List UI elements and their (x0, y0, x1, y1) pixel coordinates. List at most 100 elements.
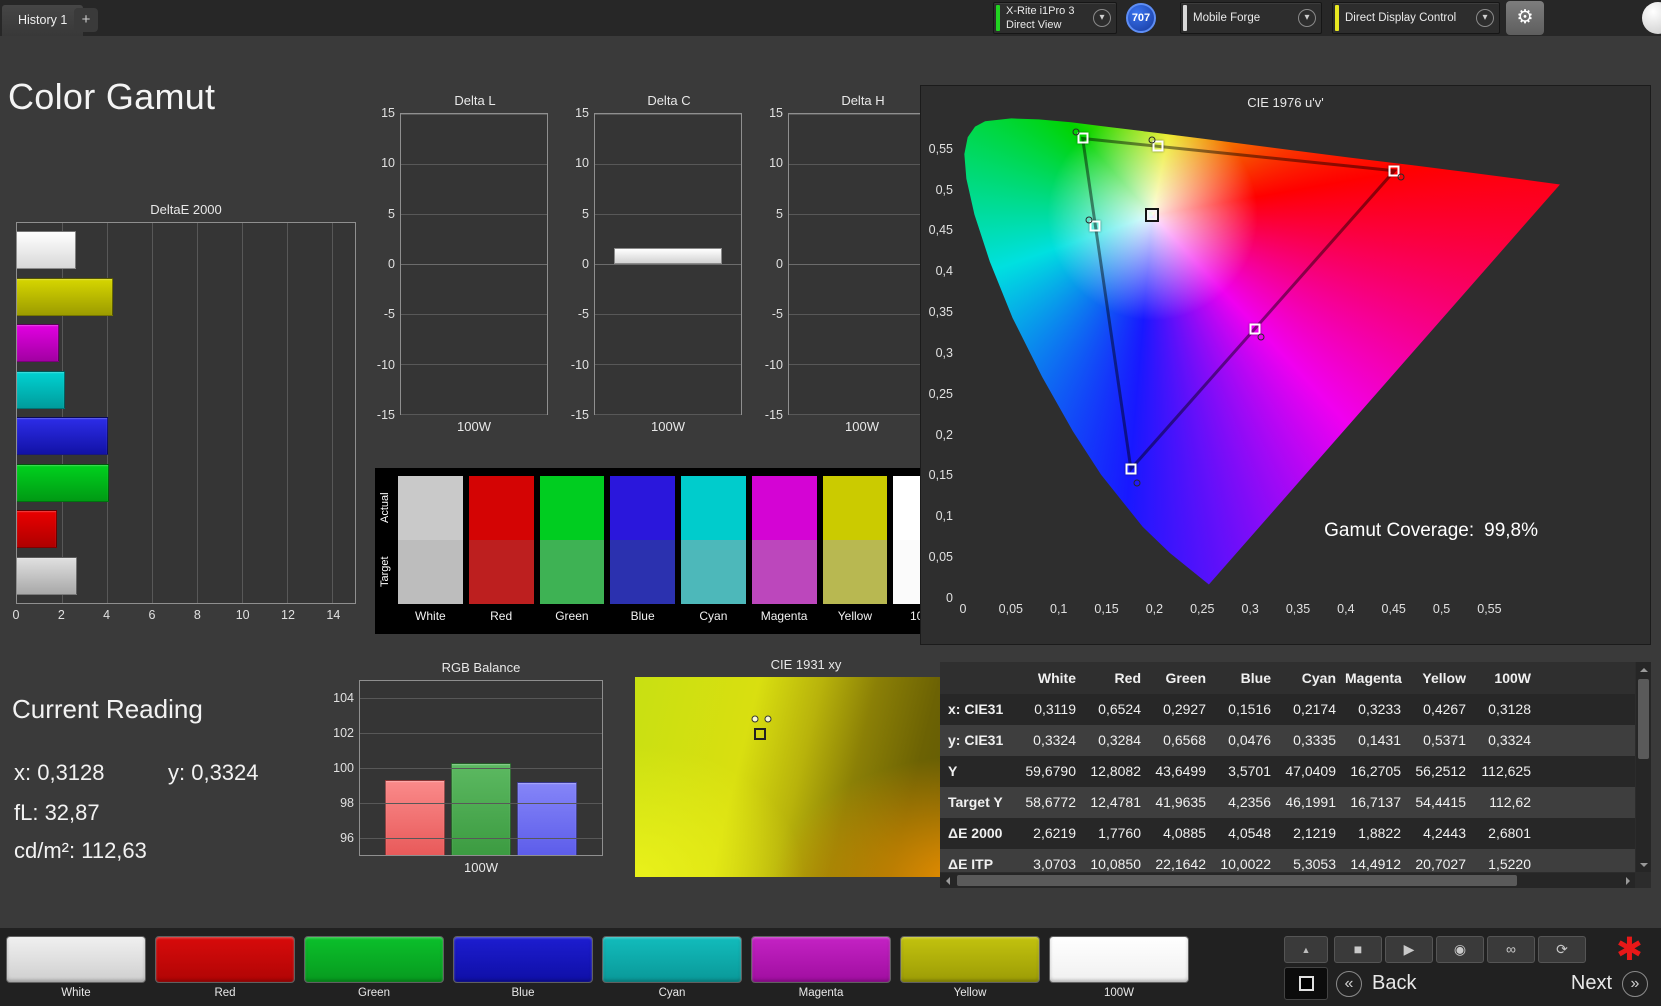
grid-line (595, 164, 741, 165)
axis-tick-label: -15 (764, 408, 783, 422)
horizontal-scrollbar[interactable] (940, 873, 1635, 888)
delta-h-title: Delta H (841, 93, 885, 108)
app-logo-icon[interactable] (1642, 2, 1661, 34)
axis-tick-label: -5 (771, 307, 783, 322)
table-cell: 0,0476 (1228, 732, 1271, 748)
delta-c-bar (613, 248, 722, 264)
measure-button[interactable]: ◉ (1436, 936, 1484, 963)
axis-tick-label: -5 (383, 307, 395, 322)
scroll-left-icon[interactable] (940, 873, 955, 888)
rgb-bar-blue (517, 781, 577, 855)
axis-tick-label: 15 (381, 106, 395, 120)
reading-fl: fL: 32,87 (14, 800, 100, 825)
pattern-button-cyan[interactable] (602, 936, 742, 983)
pattern-button-red[interactable] (155, 936, 295, 983)
settings-gear-icon[interactable]: ⚙ (1506, 1, 1544, 35)
axis-tick-label: 100 (333, 761, 354, 775)
table-cell: 0,3324 (1033, 732, 1076, 748)
chevron-down-icon[interactable]: ▾ (1093, 9, 1111, 27)
refresh-button[interactable]: ⟳ (1538, 936, 1586, 963)
table-cell: 10,0022 (1220, 856, 1271, 872)
source-dropdown[interactable]: Mobile Forge ▾ (1180, 2, 1322, 34)
axis-tick-label: 10 (769, 156, 783, 171)
swatch-column-red: Red (468, 476, 534, 632)
axis-tick-label: 0,15 (1094, 602, 1119, 616)
deltae-bar-white (17, 231, 77, 270)
scroll-right-icon[interactable] (1620, 873, 1635, 888)
continuous-button[interactable]: ∞ (1487, 936, 1535, 963)
pattern-button-magenta[interactable] (751, 936, 891, 983)
axis-tick-label: 0,55 (1477, 602, 1502, 616)
axis-tick-label: 4 (103, 608, 111, 622)
axis-tick-label: 96 (340, 831, 354, 846)
pattern-window-button[interactable] (1284, 967, 1328, 1000)
add-tab-button[interactable]: + (74, 8, 98, 32)
scroll-down-icon[interactable] (1636, 857, 1651, 872)
next-button[interactable]: Next » (1492, 967, 1648, 1000)
measured-marker-icon (1072, 128, 1080, 136)
history-tab[interactable]: History 1 (2, 5, 84, 36)
row-label: Target Y (948, 794, 1003, 810)
table-cell: 12,4781 (1090, 794, 1141, 810)
pattern-item-100w: 100W (1049, 936, 1189, 999)
measured-marker-icon (1133, 479, 1141, 487)
target-swatch (681, 540, 746, 604)
target-swatch (751, 540, 817, 604)
axis-tick-label: 0,1 (1050, 602, 1068, 616)
axis-tick-label: 104 (333, 690, 354, 705)
vertical-scrollbar[interactable] (1636, 662, 1651, 872)
rgb-balance-chart: RGB Balance 104 102 100 98 96 100W (325, 660, 603, 875)
table-cell: 54,4415 (1415, 794, 1466, 810)
pattern-button-green[interactable] (304, 936, 444, 983)
chevron-down-icon[interactable]: ▾ (1476, 9, 1494, 27)
column-header-blue: Blue (1240, 670, 1271, 686)
back-button[interactable]: « Back (1336, 967, 1484, 1000)
grid-line (360, 837, 602, 839)
swatch-label: Cyan (699, 609, 728, 623)
deltae-bar-green (17, 463, 110, 502)
pattern-button-yellow[interactable] (900, 936, 1040, 983)
grid-line (595, 364, 741, 365)
axis-tick-label: 15 (575, 106, 589, 120)
display-control-dropdown[interactable]: Direct Display Control ▾ (1332, 2, 1500, 34)
chevron-down-icon[interactable]: ▾ (1298, 9, 1316, 27)
pattern-button-white[interactable] (6, 936, 146, 983)
stop-button[interactable]: ■ (1334, 936, 1382, 963)
scrollbar-thumb[interactable] (957, 875, 1517, 886)
pattern-label: White (61, 987, 91, 999)
row-label: Y (948, 763, 958, 779)
grid-line (789, 364, 935, 365)
strip-row-label-target: Target (379, 556, 391, 588)
axis-tick-label: 0,4 (1337, 602, 1355, 616)
pattern-item-cyan: Cyan (602, 936, 742, 999)
scrollbar-thumb[interactable] (1638, 679, 1649, 759)
play-button[interactable]: ▶ (1385, 936, 1433, 963)
scroll-up-icon[interactable] (1636, 662, 1651, 677)
deltae-bar-group (17, 223, 355, 603)
axis-tick-label: 0,2 (1145, 602, 1164, 616)
meter-dropdown[interactable]: X-Rite i1Pro 3 Direct View ▾ (993, 2, 1117, 34)
table-row-y-cie31: y: CIE31 0,3324 0,3284 0,6568 0,0476 0,3335 0,… (940, 725, 1635, 756)
table-cell: 3,5701 (1228, 763, 1271, 779)
table-cell: 0,6568 (1163, 732, 1206, 748)
pattern-label: Magenta (798, 987, 844, 999)
port-badge[interactable]: 707 (1126, 3, 1156, 33)
pattern-item-red: Red (155, 936, 295, 999)
delta-c-chart: Delta C 15 10 5 0 -5 -10 -15 100W (566, 93, 744, 434)
notification-asterisk-icon[interactable]: ✱ (1616, 930, 1643, 968)
table-cell: 0,3233 (1358, 701, 1401, 717)
grid-line (595, 264, 741, 265)
pattern-button-blue[interactable] (453, 936, 593, 983)
column-header-cyan: Cyan (1301, 670, 1336, 686)
pattern-button-100w[interactable] (1049, 936, 1189, 983)
column-header-magenta: Magenta (1345, 670, 1402, 686)
pattern-label: 100W (1103, 987, 1135, 999)
axis-tick-label: 0 (388, 257, 395, 271)
axis-tick-label: 0,25 (1190, 602, 1215, 616)
cie1931-plot (635, 677, 977, 877)
pattern-label: Blue (511, 987, 535, 999)
swatch-label: Red (490, 609, 513, 623)
collapse-panel-button[interactable]: ▲ (1284, 936, 1328, 963)
strip-row-label-actual: Actual (379, 492, 391, 524)
axis-tick-label: 0,05 (928, 550, 953, 565)
